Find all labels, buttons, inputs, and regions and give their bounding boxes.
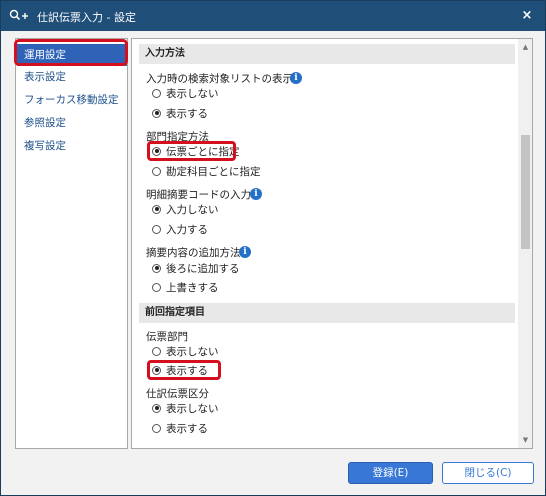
- vertical-scrollbar[interactable]: ▲ ▼: [518, 39, 532, 448]
- close-icon[interactable]: ×: [517, 6, 537, 26]
- voucher-type-label: 仕訳伝票区分: [146, 388, 209, 400]
- radio-button[interactable]: [152, 423, 161, 433]
- radio-label: 入力しない: [166, 203, 219, 216]
- radio-voucher-type-show[interactable]: 表示する: [152, 420, 208, 436]
- voucher-dept-label: 伝票部門: [146, 331, 188, 343]
- radio-voucher-dept-hide[interactable]: 表示しない: [152, 343, 219, 359]
- info-icon[interactable]: i: [290, 72, 302, 84]
- settings-panel: 入力方法 入力時の検索対象リストの表示 i 表示しない 表示する 部門指定方法 …: [131, 38, 533, 449]
- radio-button[interactable]: [152, 403, 161, 413]
- radio-search-list-hide[interactable]: 表示しない: [152, 85, 219, 101]
- nav-item-reference[interactable]: 参照設定: [17, 112, 127, 134]
- radio-label: 表示する: [166, 422, 208, 435]
- radio-button[interactable]: [152, 224, 161, 234]
- radio-button[interactable]: [152, 108, 161, 118]
- scroll-down-icon[interactable]: ▼: [518, 433, 532, 447]
- title-bar: 仕訳伝票入力 - 設定 ×: [1, 1, 545, 31]
- radio-button[interactable]: [152, 346, 161, 356]
- info-icon[interactable]: i: [250, 188, 262, 200]
- scroll-thumb[interactable]: [521, 135, 530, 249]
- radio-label: 表示する: [166, 107, 208, 120]
- voucher-dept-highlight-box: [147, 360, 221, 380]
- radio-label: 表示しない: [166, 402, 219, 415]
- close-button[interactable]: 閉じる(C): [442, 462, 534, 484]
- dept-highlight-box: [147, 141, 236, 161]
- nav-item-copy[interactable]: 複写設定: [17, 135, 127, 157]
- search-list-label: 入力時の検索対象リストの表示: [146, 73, 293, 85]
- search-plus-icon: [9, 9, 29, 23]
- nav-item-focus-move[interactable]: フォーカス移動設定: [17, 89, 127, 111]
- register-button[interactable]: 登録(E): [348, 462, 433, 484]
- summary-append-label: 摘要内容の追加方法: [146, 247, 241, 259]
- section-header-previous-items: 前回指定項目: [139, 303, 515, 323]
- radio-label: 入力する: [166, 223, 208, 236]
- scroll-up-icon[interactable]: ▲: [518, 40, 532, 54]
- info-icon[interactable]: i: [239, 246, 251, 258]
- settings-nav: 運用設定 表示設定 フォーカス移動設定 参照設定 複写設定: [15, 38, 128, 449]
- radio-label: 上書きする: [166, 281, 219, 294]
- radio-label: 表示しない: [166, 345, 219, 358]
- window-title: 仕訳伝票入力 - 設定: [37, 11, 136, 24]
- nav-item-display[interactable]: 表示設定: [17, 66, 127, 88]
- radio-append-after[interactable]: 後ろに追加する: [152, 260, 240, 276]
- radio-button[interactable]: [152, 88, 161, 98]
- radio-summary-code-yes[interactable]: 入力する: [152, 221, 208, 237]
- radio-button[interactable]: [152, 282, 161, 292]
- radio-label: 勘定科目ごとに指定: [166, 165, 261, 178]
- radio-summary-code-no[interactable]: 入力しない: [152, 201, 219, 217]
- radio-button[interactable]: [152, 204, 161, 214]
- radio-label: 表示しない: [166, 87, 219, 100]
- radio-dept-per-account[interactable]: 勘定科目ごとに指定: [152, 163, 261, 179]
- radio-voucher-type-hide[interactable]: 表示しない: [152, 400, 219, 416]
- radio-button[interactable]: [152, 166, 161, 176]
- radio-search-list-show[interactable]: 表示する: [152, 105, 208, 121]
- section-header-input-method: 入力方法: [139, 44, 515, 64]
- radio-label: 後ろに追加する: [166, 262, 240, 275]
- settings-window: 仕訳伝票入力 - 設定 × 運用設定 表示設定 フォーカス移動設定 参照設定 複…: [0, 0, 546, 496]
- radio-overwrite[interactable]: 上書きする: [152, 279, 219, 295]
- summary-code-label: 明細摘要コードの入力: [146, 189, 251, 201]
- radio-button[interactable]: [152, 263, 161, 273]
- nav-highlight-box: [14, 39, 128, 66]
